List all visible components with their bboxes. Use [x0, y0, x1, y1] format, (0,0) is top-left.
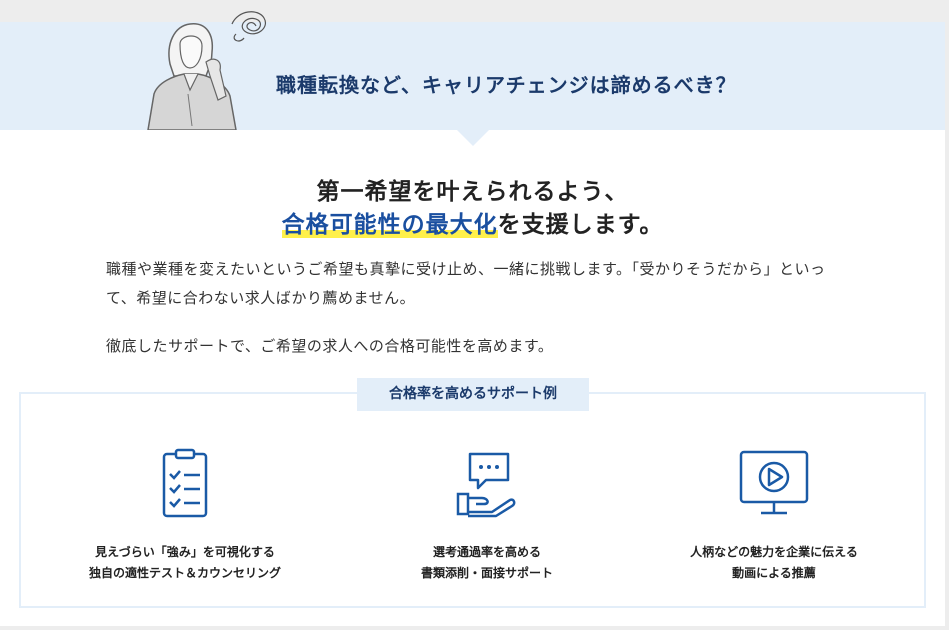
headline-accent: 合格可能性の最大化	[281, 212, 498, 238]
support-item-line2: 動画による推薦	[732, 566, 816, 580]
support-item-line1: 見えづらい「強み」を可視化する	[95, 545, 275, 559]
support-item-text: 見えづらい「強み」を可視化する 独自の適性テスト＆カウンセリング	[55, 542, 315, 584]
support-item-video-recommendation: 人柄などの魅力を企業に伝える 動画による推薦	[644, 448, 904, 584]
support-item-text: 人柄などの魅力を企業に伝える 動画による推薦	[644, 542, 904, 584]
support-item-aptitude-test: 見えづらい「強み」を可視化する 独自の適性テスト＆カウンセリング	[55, 448, 315, 584]
support-examples-label: 合格率を高めるサポート例	[357, 378, 589, 411]
banner-pointer	[457, 130, 489, 146]
body-paragraph-2: 徹底したサポートで、ご希望の求人への合格可能性を高めます。	[106, 337, 554, 355]
speech-hand-icon	[456, 452, 516, 518]
support-item-line1: 選考通過率を高める	[432, 545, 541, 559]
body-paragraph-1: 職種や業種を変えたいというご希望も真摯に受け止め、一緒に挑戦します。「受かりそう…	[106, 260, 826, 307]
headline-rest: を支援します。	[497, 212, 664, 238]
support-item-document-interview: 選考通過率を高める 書類添削・面接サポート	[357, 448, 617, 584]
headline-line1: 第一希望を叶えられるよう、	[316, 179, 629, 205]
support-item-text: 選考通過率を高める 書類添削・面接サポート	[357, 542, 617, 584]
support-item-line2: 書類添削・面接サポート	[420, 566, 553, 580]
headline-line2: 合格可能性の最大化を支援します。	[0, 205, 945, 239]
support-item-line2: 独自の適性テスト＆カウンセリング	[88, 566, 281, 580]
question-banner: 職種転換など、キャリアチェンジは諦めるべき？	[0, 11, 945, 130]
content-card: 職種転換など、キャリアチェンジは諦めるべき？ 第一希望を叶えられるよう、 合格可…	[0, 11, 945, 626]
video-monitor-icon	[739, 450, 809, 515]
support-item-line1: 人柄などの魅力を企業に伝える	[690, 545, 858, 559]
thinking-woman-illustration	[147, 11, 266, 130]
banner-title: 職種転換など、キャリアチェンジは諦めるべき？	[276, 73, 737, 97]
checklist-icon	[162, 448, 208, 518]
